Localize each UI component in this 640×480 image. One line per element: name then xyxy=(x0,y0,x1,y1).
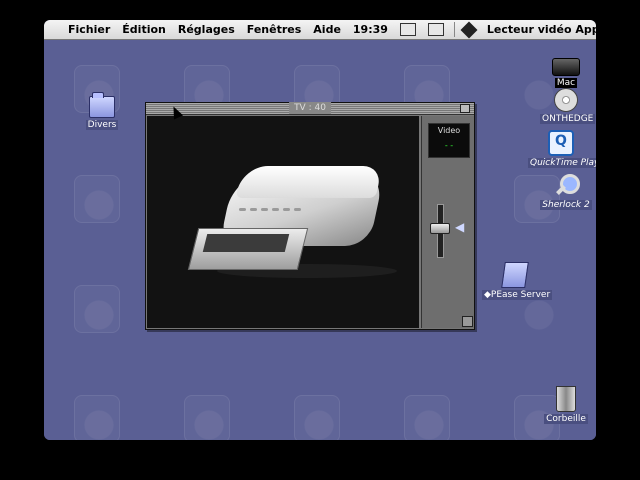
menu-bar: Fichier Édition Réglages Fenêtres Aide 1… xyxy=(44,20,596,40)
menu-fenetres[interactable]: Fenêtres xyxy=(241,23,308,36)
zoom-box-icon[interactable] xyxy=(460,104,470,113)
desktop-icon-divers[interactable]: Divers xyxy=(84,92,120,130)
desktop-icon-label: Mac xyxy=(554,78,578,88)
desktop-face-pattern xyxy=(74,395,120,440)
desktop-icon-trash[interactable]: Corbeille xyxy=(544,386,588,424)
device-led-dot xyxy=(283,208,290,211)
video-player-window[interactable]: TV : 40 Video - - ◀ xyxy=(145,102,475,330)
desktop-icon-label: Corbeille xyxy=(544,414,588,424)
desktop-icon-onthedge[interactable]: ONTHEDGE xyxy=(540,88,596,124)
desktop-face-pattern xyxy=(404,395,450,440)
printer-icon[interactable] xyxy=(399,23,416,36)
desktop-icon-label: QuickTime Play xyxy=(528,158,596,168)
monitor-icon[interactable] xyxy=(427,23,444,36)
menu-edition[interactable]: Édition xyxy=(116,23,172,36)
desktop-face-pattern xyxy=(74,175,120,223)
trash-icon xyxy=(556,386,576,412)
application-menu[interactable]: Lecteur vidéo Apple xyxy=(481,23,596,36)
video-status-led: - - xyxy=(444,141,454,150)
desktop-icon-mac[interactable]: Mac xyxy=(550,58,582,88)
window-title: TV : 40 xyxy=(289,102,331,114)
video-source-badge[interactable]: Video - - xyxy=(428,123,470,158)
desktop-icon-sherlock[interactable]: Sherlock 2 xyxy=(540,174,592,210)
desktop-icon-quicktime[interactable]: Q QuickTime Play xyxy=(528,130,596,168)
device-led-dot xyxy=(294,208,301,211)
video-display xyxy=(147,116,419,328)
server-icon xyxy=(501,262,529,288)
desktop-icon-server[interactable]: ◆PEase Server xyxy=(482,262,553,300)
desktop-face-pattern xyxy=(74,285,120,333)
menu-aide[interactable]: Aide xyxy=(307,23,347,36)
window-title-bar[interactable]: TV : 40 xyxy=(146,102,474,115)
menu-bar-extras: 19:39 Lecteur vidéo Apple xyxy=(347,21,596,38)
desktop-icon-label: ◆PEase Server xyxy=(482,290,553,300)
cd-icon xyxy=(554,88,578,112)
usb-plug-inner xyxy=(202,234,290,252)
menu-fichier[interactable]: Fichier xyxy=(62,23,116,36)
desktop-face-pattern xyxy=(184,395,230,440)
desktop-icon-label: Sherlock 2 xyxy=(540,200,592,210)
volume-slider-thumb[interactable] xyxy=(430,223,450,234)
menu-reglages[interactable]: Réglages xyxy=(172,23,241,36)
device-led-dot xyxy=(250,208,257,211)
menu-clock[interactable]: 19:39 xyxy=(347,23,394,36)
device-led-dot xyxy=(272,208,279,211)
hard-drive-icon xyxy=(552,58,580,76)
device-led-dot xyxy=(261,208,268,211)
video-source-label: Video xyxy=(437,126,461,135)
device-led-dot xyxy=(239,208,246,211)
usb-device-top xyxy=(235,166,383,198)
speaker-icon: ◀ xyxy=(455,220,465,234)
app-icon[interactable] xyxy=(460,21,478,38)
video-control-panel: Video - - ◀ xyxy=(421,116,474,328)
desktop-icon-label: Divers xyxy=(85,120,119,130)
menu-separator xyxy=(453,22,455,37)
quicktime-icon: Q xyxy=(548,130,574,156)
resize-handle-icon[interactable] xyxy=(462,316,473,327)
desktop-face-pattern xyxy=(294,395,340,440)
desktop-icon-label: ONTHEDGE xyxy=(540,114,596,124)
folder-icon xyxy=(89,92,115,118)
sherlock-icon xyxy=(554,174,580,198)
screen: Fichier Édition Réglages Fenêtres Aide 1… xyxy=(44,20,596,440)
